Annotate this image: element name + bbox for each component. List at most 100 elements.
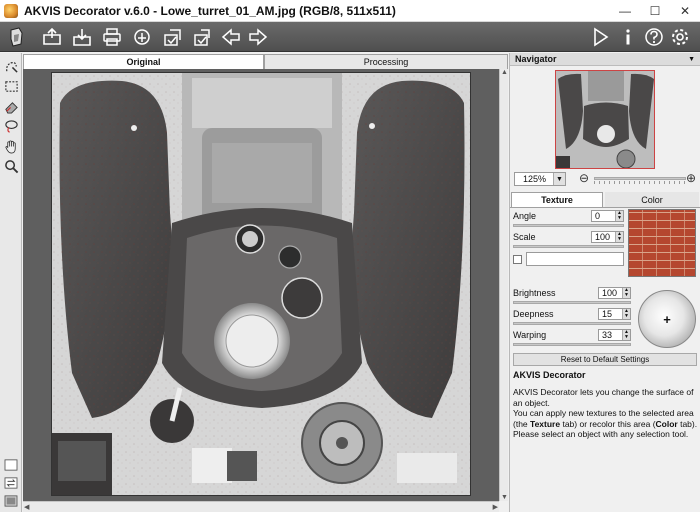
akvis-logo-icon <box>4 25 30 49</box>
zoom-in-icon[interactable]: ⊕ <box>686 171 696 185</box>
lasso-tool[interactable] <box>2 117 20 135</box>
rect-selection-tool[interactable] <box>2 77 20 95</box>
run-button[interactable] <box>588 25 612 49</box>
spinner-icon[interactable]: ▲ ▼ <box>615 211 623 221</box>
hand-icon <box>4 139 16 153</box>
chevron-down-icon[interactable]: ▼ <box>553 173 565 185</box>
help-line-2b: tab) or recolor this area ( <box>560 418 656 429</box>
swap-icon <box>4 477 18 489</box>
help-line-1: AKVIS Decorator lets you change the surf… <box>513 387 694 408</box>
deepness-field[interactable]: 15 ▲ ▼ <box>598 308 631 320</box>
magic-brush-icon <box>5 61 18 73</box>
brightness-label: Brightness <box>513 288 556 298</box>
angle-label: Angle <box>513 211 537 221</box>
zoom-slider[interactable] <box>594 177 686 180</box>
tab-texture[interactable]: Texture <box>511 192 603 207</box>
close-button[interactable]: ✕ <box>670 0 700 22</box>
right-panel: Navigator ▼ 125% ▼ ⊖ ⊕ Texture Color Ang… <box>509 53 700 512</box>
angle-field[interactable]: 0 ▲ ▼ <box>591 210 624 222</box>
help-color-word: Color <box>655 418 678 429</box>
zoom-tool[interactable] <box>2 157 20 175</box>
magic-brush-tool[interactable] <box>2 57 20 75</box>
title-bar: AKVIS Decorator v.6.0 - Lowe_turret_01_A… <box>0 0 700 22</box>
light-direction-control[interactable]: + <box>638 290 696 348</box>
navigator-title: Navigator <box>515 54 557 64</box>
angle-value: 0 <box>595 211 601 221</box>
rect-selection-icon <box>4 80 18 92</box>
deepness-value: 15 <box>602 309 613 319</box>
redo-icon <box>249 28 268 46</box>
open-icon <box>43 27 61 45</box>
view-single-icon <box>4 459 18 471</box>
tab-color[interactable]: Color <box>605 192 699 207</box>
texture-preview-brick[interactable] <box>628 209 696 277</box>
brick-joints <box>629 210 695 276</box>
spinner-icon[interactable]: ▲ ▼ <box>622 330 630 340</box>
batch-button[interactable] <box>160 25 184 49</box>
help-icon <box>645 28 663 46</box>
spinner-icon[interactable]: ▲ ▼ <box>622 288 630 298</box>
batch-icon <box>164 29 181 46</box>
scale-field[interactable]: 100 ▲ ▼ <box>591 231 624 243</box>
view-swap-button[interactable] <box>2 476 20 490</box>
print-button[interactable] <box>100 25 124 49</box>
zoom-field[interactable]: 125% ▼ <box>514 172 566 186</box>
scale-slider[interactable] <box>513 245 624 248</box>
save-button[interactable] <box>70 25 94 49</box>
warping-slider[interactable] <box>513 343 631 346</box>
hand-tool[interactable] <box>2 137 20 155</box>
spinner-icon[interactable]: ▲ ▼ <box>615 232 623 242</box>
horizontal-scrollbar[interactable]: ◀ ▶ <box>23 501 499 512</box>
maximize-button[interactable]: ☐ <box>640 0 670 22</box>
redo-button[interactable] <box>246 25 270 49</box>
scroll-left-icon[interactable]: ◀ <box>24 503 29 511</box>
info-icon <box>626 29 630 45</box>
scroll-up-icon[interactable]: ▲ <box>501 69 508 76</box>
eraser-icon <box>4 101 18 114</box>
help-button[interactable] <box>642 25 666 49</box>
brightness-value: 100 <box>602 288 618 298</box>
brightness-field[interactable]: 100 ▲ ▼ <box>598 287 631 299</box>
zoom-value: 125% <box>523 174 547 184</box>
info-button[interactable] <box>616 25 640 49</box>
warping-value: 33 <box>602 330 613 340</box>
zoom-icon <box>4 159 18 173</box>
preferences-button[interactable] <box>190 25 214 49</box>
canvas-tabs: Original Processing <box>23 54 508 69</box>
settings-button[interactable] <box>668 25 692 49</box>
help-text: AKVIS Decorator lets you change the surf… <box>513 387 698 440</box>
zoom-ticks <box>594 181 686 184</box>
warping-field[interactable]: 33 ▲ ▼ <box>598 329 631 341</box>
share-icon <box>134 29 150 45</box>
angle-slider[interactable] <box>513 224 624 227</box>
deepness-slider[interactable] <box>513 322 631 325</box>
minimize-button[interactable]: — <box>610 0 640 22</box>
tab-original[interactable]: Original <box>23 54 264 69</box>
share-button[interactable] <box>130 25 154 49</box>
tab-processing[interactable]: Processing <box>264 54 508 69</box>
window-title: AKVIS Decorator v.6.0 - Lowe_turret_01_A… <box>24 3 396 18</box>
image-canvas[interactable] <box>23 69 499 501</box>
view-single-button[interactable] <box>2 458 20 472</box>
brightness-slider[interactable] <box>513 301 631 304</box>
collapse-icon[interactable]: ▼ <box>688 56 695 63</box>
reset-defaults-button[interactable]: Reset to Default Settings <box>513 353 697 366</box>
window-controls: — ☐ ✕ <box>610 0 700 22</box>
scroll-right-icon[interactable]: ▶ <box>493 503 498 511</box>
scroll-down-icon[interactable]: ▼ <box>501 494 508 501</box>
open-button[interactable] <box>40 25 64 49</box>
zoom-out-icon[interactable]: ⊖ <box>579 171 589 185</box>
lasso-icon <box>4 119 18 133</box>
app-icon <box>4 3 18 18</box>
undo-button[interactable] <box>219 25 243 49</box>
vertical-scrollbar[interactable]: ▲ ▼ <box>499 69 508 501</box>
spinner-icon[interactable]: ▲ ▼ <box>622 309 630 319</box>
eraser-tool[interactable] <box>2 97 20 115</box>
texture-name-field[interactable] <box>526 252 624 266</box>
view-split-button[interactable] <box>2 494 20 508</box>
navigator-preview[interactable] <box>555 70 655 169</box>
texture-checkbox[interactable] <box>513 255 522 264</box>
deepness-label: Deepness <box>513 309 554 319</box>
help-title: AKVIS Decorator <box>513 370 586 380</box>
print-icon <box>103 28 121 46</box>
